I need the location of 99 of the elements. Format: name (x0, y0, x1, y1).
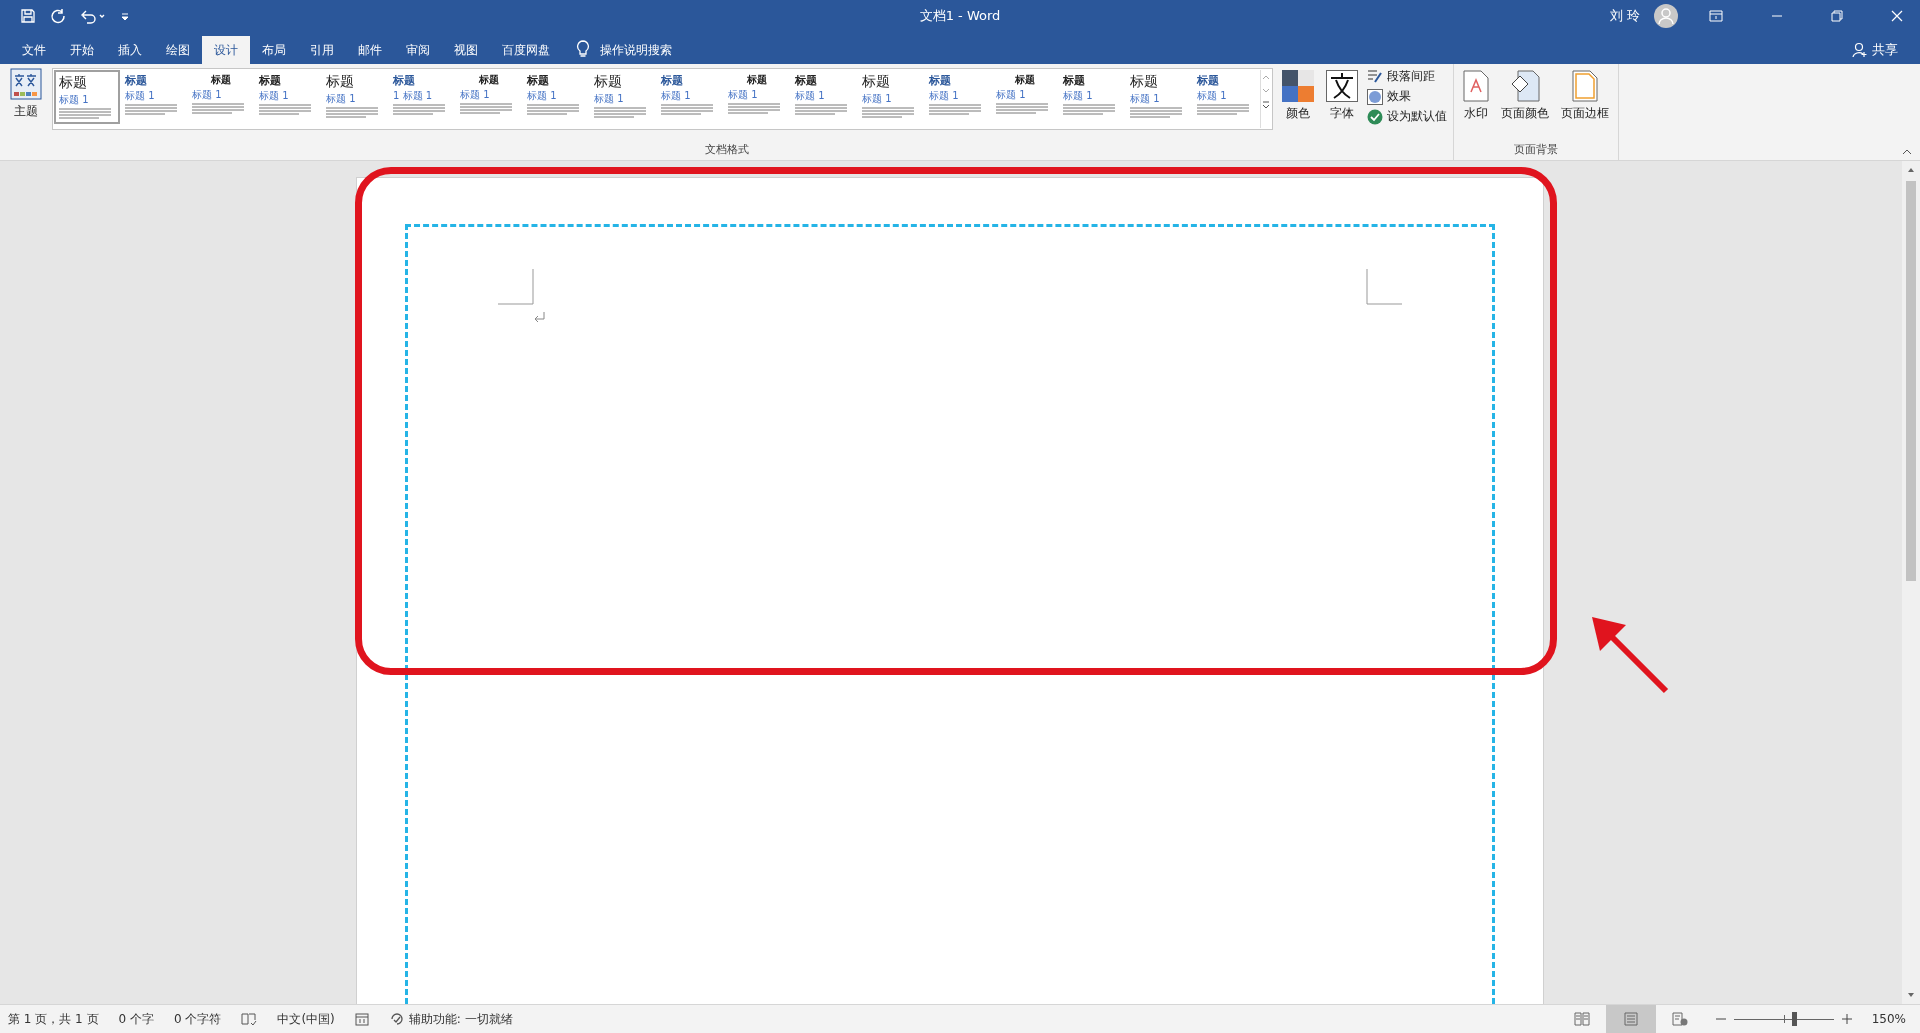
text-lines-drawing (594, 107, 646, 119)
text-lines-drawing (527, 104, 579, 116)
style-thumbnail[interactable]: 标题 标题 1 (121, 70, 187, 124)
ribbon-tab[interactable]: 百度网盘 (490, 36, 562, 64)
page-borders-icon (1572, 70, 1598, 102)
calendar-icon[interactable] (354, 1012, 369, 1026)
collapse-ribbon-icon[interactable] (1902, 148, 1912, 156)
ribbon-tab[interactable]: 引用 (298, 36, 346, 64)
restore-icon[interactable] (1831, 10, 1843, 22)
avatar-icon[interactable] (1654, 4, 1678, 28)
group-label: 文档格式 (703, 142, 750, 158)
ribbon-tab[interactable]: 邮件 (346, 36, 394, 64)
character-count[interactable]: 0 个字符 (174, 1010, 222, 1028)
watermark-button[interactable]: 水印 (1460, 68, 1492, 124)
effects-icon (1367, 88, 1383, 105)
group-label: 页面背景 (1513, 142, 1559, 158)
style-thumbnail[interactable]: 标题 标题 1 (992, 70, 1058, 124)
style-thumbnail[interactable]: 标题 1 标题 1 (389, 70, 455, 124)
style-thumbnail[interactable]: 标题 标题 1 (724, 70, 790, 124)
ribbon-tab[interactable]: 插入 (106, 36, 154, 64)
themes-button[interactable]: 主题 (6, 68, 46, 120)
close-icon[interactable] (1891, 10, 1903, 22)
ribbon-tab[interactable]: 文件 (10, 36, 58, 64)
text-lines-drawing (460, 103, 512, 115)
paragraph-spacing-button[interactable]: 段落间距 (1367, 68, 1447, 85)
redo-icon[interactable] (50, 8, 66, 24)
save-icon[interactable] (20, 8, 36, 24)
lightbulb-icon (576, 40, 590, 58)
colors-button[interactable]: 颜色 (1279, 68, 1317, 124)
themes-icon (10, 68, 42, 100)
text-lines-drawing (326, 107, 378, 119)
user-name: 刘 玲 (1609, 7, 1640, 25)
zoom-in-icon[interactable] (1841, 1014, 1852, 1024)
text-lines-drawing (259, 104, 311, 116)
margin-corner-mark (1366, 269, 1402, 305)
text-lines-drawing (996, 103, 1048, 115)
page-color-icon (1510, 70, 1540, 102)
text-lines-drawing (1063, 104, 1115, 116)
margin-corner-mark (498, 269, 534, 305)
page-color-button[interactable]: 页面颜色 (1498, 68, 1552, 124)
vertical-scrollbar[interactable] (1902, 161, 1920, 1004)
style-thumbnail[interactable]: 标题 标题 1 (1059, 70, 1125, 124)
print-layout-icon (1623, 1012, 1638, 1026)
paragraph-mark-icon (534, 311, 546, 323)
text-lines-drawing (1197, 104, 1249, 116)
proofing-book-icon[interactable] (241, 1012, 258, 1026)
style-thumbnail[interactable]: 标题 标题 1 (1126, 70, 1192, 124)
set-as-default-button[interactable]: 设为默认值 (1367, 108, 1447, 125)
style-thumbnail[interactable]: 标题 标题 1 (255, 70, 321, 124)
text-lines-drawing (192, 103, 244, 115)
text-lines-drawing (862, 107, 914, 119)
person-add-icon (1852, 42, 1868, 58)
style-thumbnail[interactable]: 标题 标题 1 (791, 70, 857, 124)
zoom-slider-thumb[interactable] (1791, 1012, 1797, 1026)
fonts-button[interactable]: 字体 (1323, 68, 1361, 124)
style-thumbnail[interactable]: 标题 标题 1 (590, 70, 656, 124)
language-indicator[interactable]: 中文(中国) (277, 1010, 335, 1028)
text-lines-drawing (795, 104, 847, 116)
text-lines-drawing (661, 104, 713, 116)
accessibility-icon[interactable] (388, 1011, 405, 1027)
ribbon-tab[interactable]: 布局 (250, 36, 298, 64)
text-lines-drawing (393, 104, 445, 116)
ribbon-tab[interactable]: 审阅 (394, 36, 442, 64)
ribbon-tab[interactable]: 设计 (202, 36, 250, 64)
effects-button[interactable]: 效果 (1367, 88, 1447, 105)
style-thumbnail[interactable]: 标题 标题 1 (322, 70, 388, 124)
text-lines-drawing (728, 103, 780, 115)
color-swatch-icon (1282, 70, 1314, 102)
page-count[interactable]: 第 1 页，共 1 页 (8, 1010, 99, 1028)
style-thumbnail[interactable]: 标题 标题 1 (54, 70, 120, 124)
window-title: 文档1 - Word (919, 7, 1001, 25)
style-thumbnail[interactable]: 标题 标题 1 (523, 70, 589, 124)
share-button[interactable]: 共享 (1872, 41, 1898, 59)
ribbon-display-icon[interactable] (1709, 10, 1723, 22)
ribbon-tab[interactable]: 视图 (442, 36, 490, 64)
paragraph-spacing-icon (1367, 68, 1383, 85)
checkmark-icon (1367, 108, 1383, 125)
tell-me-search[interactable]: 操作说明搜索 (594, 36, 684, 64)
ribbon-tab[interactable]: 绘图 (154, 36, 202, 64)
font-character-icon (1326, 70, 1358, 102)
web-layout-icon[interactable] (1671, 1012, 1688, 1026)
text-lines-drawing (929, 104, 981, 116)
read-mode-icon[interactable] (1573, 1012, 1590, 1026)
style-thumbnail[interactable]: 标题 标题 1 (657, 70, 723, 124)
word-count[interactable]: 0 个字 (118, 1010, 154, 1028)
style-thumbnail[interactable]: 标题 标题 1 (188, 70, 254, 124)
page-borders-button[interactable]: 页面边框 (1558, 68, 1612, 124)
accessibility-status[interactable]: 辅助功能: 一切就绪 (408, 1010, 513, 1028)
text-lines-drawing (125, 104, 177, 116)
style-thumbnail[interactable]: 标题 标题 1 (456, 70, 522, 124)
text-lines-drawing (59, 108, 111, 120)
style-thumbnail[interactable]: 标题 标题 1 (858, 70, 924, 124)
style-thumbnail[interactable]: 标题 标题 1 (1193, 70, 1259, 124)
text-lines-drawing (1130, 107, 1182, 119)
watermark-icon (1463, 70, 1489, 102)
ribbon-tab[interactable]: 开始 (58, 36, 106, 64)
undo-icon[interactable] (80, 8, 106, 24)
style-thumbnail[interactable]: 标题 标题 1 (925, 70, 991, 124)
zoom-percentage[interactable]: 150% (1871, 1012, 1920, 1026)
